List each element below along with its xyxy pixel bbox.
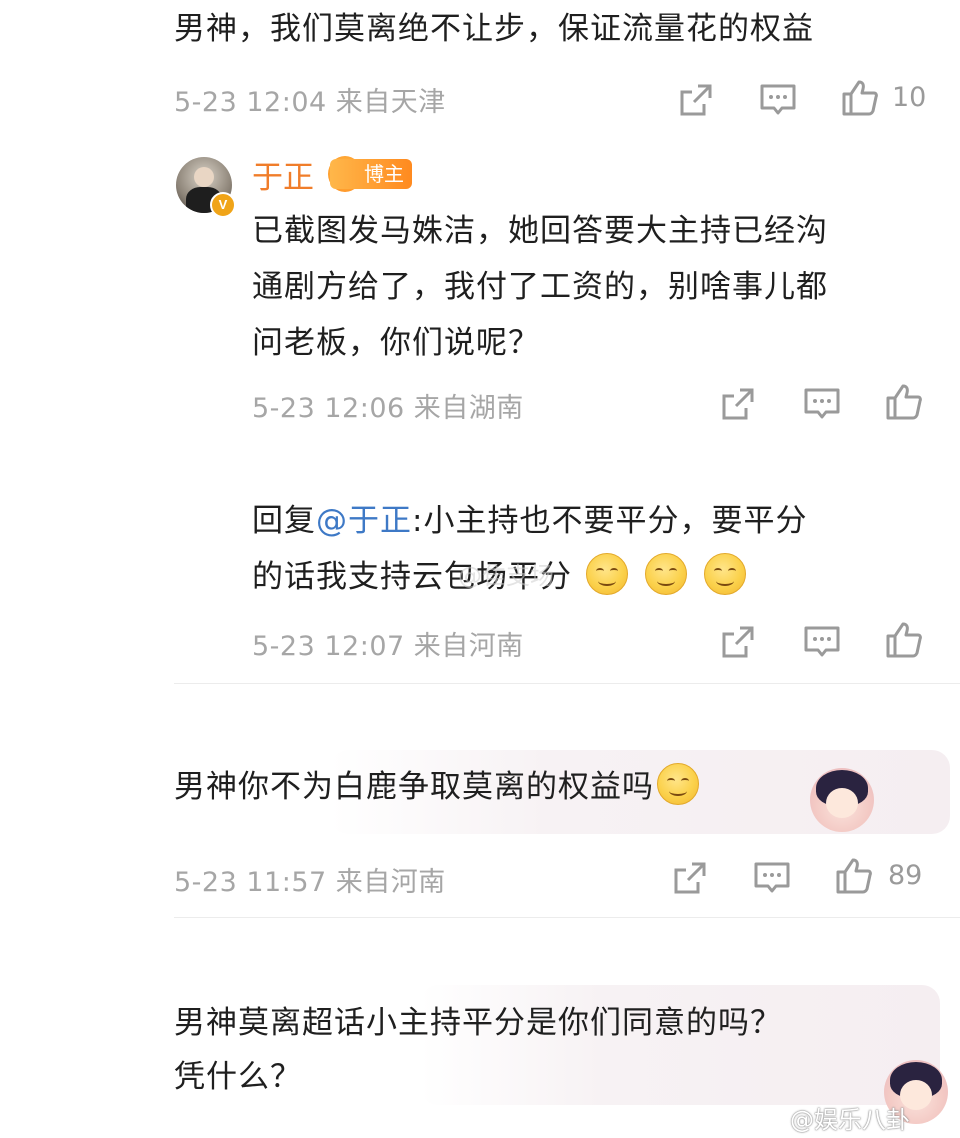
- reply-text: :小主持也不要平分，要平分: [412, 503, 808, 539]
- reply-line: 通剧方给了，我付了工资的，别啥事儿都: [252, 269, 828, 305]
- comment-icon[interactable]: [752, 858, 792, 898]
- reply-prefix: 回复: [252, 503, 316, 539]
- comment-icon[interactable]: [758, 80, 798, 120]
- reply-timestamp: 5-23 12:07: [252, 631, 405, 662]
- share-icon[interactable]: [718, 384, 758, 424]
- comment-line: 男神莫离超话小主持平分是你们同意的吗？: [174, 1005, 782, 1041]
- username[interactable]: 于正: [252, 152, 314, 197]
- comment-location: 来自天津: [335, 87, 446, 118]
- comment-line: 凭什么？: [174, 1059, 302, 1095]
- like-count: 10: [892, 82, 927, 113]
- reply-location: 来自河南: [413, 631, 524, 662]
- smile-emoji-icon: [703, 553, 746, 595]
- comment-timestamp: 5-23 11:57: [174, 867, 327, 898]
- thumbs-up-icon[interactable]: [834, 856, 874, 896]
- comment-line: 男神你不为白鹿争取莫离的权益吗: [174, 758, 702, 816]
- comment-timestamp: 5-23 12:04: [174, 87, 327, 118]
- reply-time: 5-23 12:06 来自湖南: [252, 386, 524, 425]
- thumbs-up-icon[interactable]: [884, 620, 924, 660]
- comment-text: 男神你不为白鹿争取莫离的权益吗: [174, 769, 654, 805]
- smile-emoji-icon: [585, 553, 628, 595]
- like-count: 89: [888, 860, 923, 891]
- divider: [174, 917, 960, 918]
- comment-time: 5-23 11:57 来自河南: [174, 860, 446, 899]
- mention-link[interactable]: @于正: [316, 503, 412, 539]
- share-icon[interactable]: [670, 858, 710, 898]
- reply-line: 回复@于正:小主持也不要平分，要平分: [252, 492, 807, 550]
- share-icon[interactable]: [718, 622, 758, 662]
- comment-location: 来自河南: [335, 867, 446, 898]
- comment-icon[interactable]: [802, 622, 842, 662]
- reply-location: 来自湖南: [413, 393, 524, 424]
- reply-line: 问老板，你们说呢？: [252, 325, 540, 361]
- comment-time: 5-23 12:04 来自天津: [174, 80, 446, 119]
- reply-line: 已截图发马姝洁，她回答要大主持已经沟: [252, 213, 828, 249]
- verified-icon: V: [210, 192, 236, 218]
- watermark: @隹支场: [458, 562, 554, 590]
- author-badge: 博主: [330, 159, 412, 189]
- comment-text: 男神，我们莫离绝不让步，保证流量花的权益: [174, 11, 814, 47]
- reply-time: 5-23 12:07 来自河南: [252, 624, 524, 663]
- sticker-icon: [810, 768, 874, 832]
- reply-timestamp: 5-23 12:06: [252, 393, 405, 424]
- comment-icon[interactable]: [802, 384, 842, 424]
- smile-emoji-icon: [644, 553, 687, 595]
- thumbs-up-icon[interactable]: [840, 78, 880, 118]
- share-icon[interactable]: [676, 80, 716, 120]
- smile-emoji-icon: [657, 763, 699, 805]
- watermark: @娱乐八卦: [790, 1106, 910, 1134]
- thumbs-up-icon[interactable]: [884, 382, 924, 422]
- divider: [174, 683, 960, 684]
